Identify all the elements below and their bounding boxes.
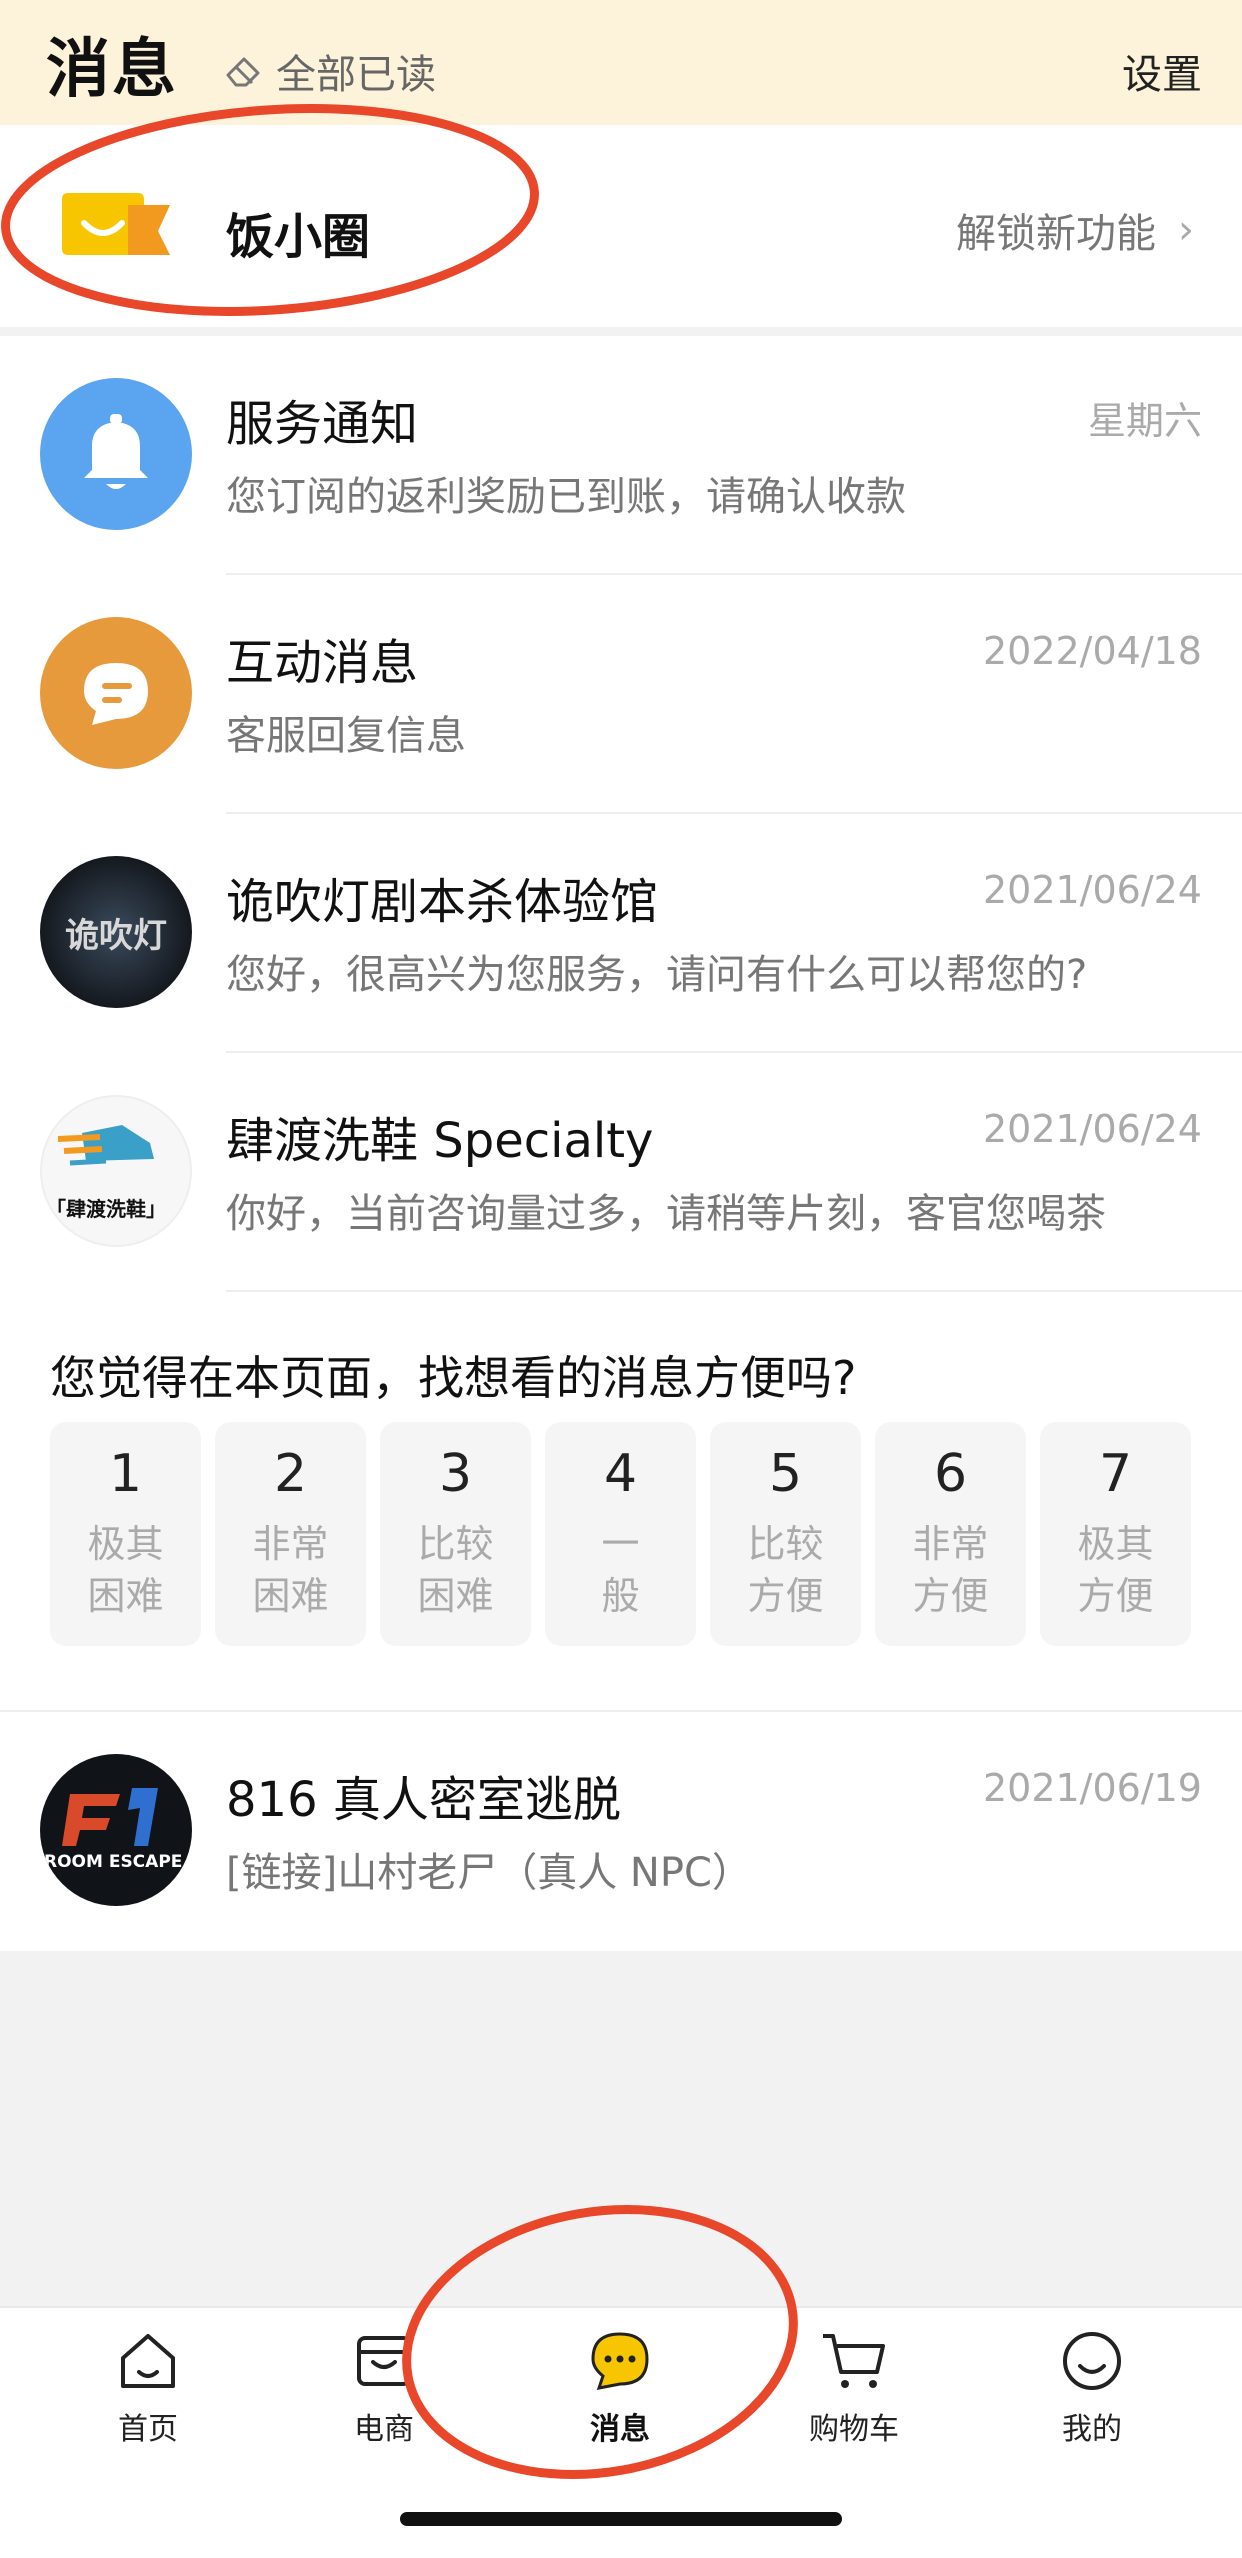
avatar <box>40 378 192 530</box>
tab-messages[interactable]: 消息 <box>540 2328 700 2448</box>
survey-option-6[interactable]: 6 非常 方便 <box>875 1422 1026 1646</box>
conversation-time: 2021/06/24 <box>982 1107 1202 1151</box>
conversation-preview: 您订阅的返利奖励已到账，请确认收款 <box>226 474 906 520</box>
option-number: 5 <box>768 1444 803 1504</box>
option-label: 极其 困难 <box>87 1522 164 1618</box>
option-number: 2 <box>273 1444 308 1504</box>
message-icon <box>591 2332 649 2390</box>
conversation-time: 星期六 <box>1087 399 1202 443</box>
message-list: 服务通知 星期六 您订阅的返利奖励已到账，请确认收款 互动消息 2022/04/… <box>0 336 1242 1951</box>
conversation-preview: 客服回复信息 <box>226 713 466 759</box>
option-label: 比较 困难 <box>417 1522 494 1618</box>
smile-icon <box>1063 2332 1121 2390</box>
option-number: 7 <box>1098 1444 1133 1504</box>
conversation-row[interactable]: 互动消息 2022/04/18 客服回复信息 <box>0 575 1242 814</box>
survey-option-4[interactable]: 4 一 般 <box>545 1422 696 1646</box>
conversation-title: 诡吹灯剧本杀体验馆 <box>226 874 659 930</box>
option-label: 一 般 <box>601 1522 640 1618</box>
option-number: 3 <box>438 1444 473 1504</box>
top-header: 消息 全部已读 设置 <box>0 0 1242 125</box>
escape-logo-icon <box>62 1788 158 1846</box>
tab-label: 购物车 <box>809 2412 899 2447</box>
read-all-button[interactable]: 全部已读 <box>222 42 436 100</box>
unlock-label: 解锁新功能 <box>956 211 1156 257</box>
tab-label: 消息 <box>590 2412 650 2447</box>
conversation-time: 2021/06/24 <box>982 868 1202 912</box>
store-avatar-text: 诡吹灯 <box>65 915 167 956</box>
page-title: 消息 <box>46 33 178 107</box>
conversation-time: 2021/06/19 <box>982 1766 1202 1810</box>
survey-option-7[interactable]: 7 极其 方便 <box>1040 1422 1191 1646</box>
option-label: 极其 方便 <box>1077 1522 1154 1618</box>
conversation-title: 816 真人密室逃脱 <box>226 1772 621 1828</box>
feedback-survey: 您觉得在本页面，找想看的消息方便吗? 1 极其 困难 2 非常 困难 3 比较 困难 … <box>0 1292 1242 1712</box>
survey-option-2[interactable]: 2 非常 困难 <box>215 1422 366 1646</box>
option-number: 1 <box>108 1444 143 1504</box>
conversation-row[interactable]: 诡吹灯 诡吹灯剧本杀体验馆 2021/06/24 您好，很高兴为您服务，请问有什… <box>0 814 1242 1053</box>
avatar <box>40 617 192 769</box>
conversation-row[interactable]: 「肆渡洗鞋」 肆渡洗鞋 Specialty 2021/06/24 你好，当前咨询… <box>0 1053 1242 1292</box>
read-all-label: 全部已读 <box>276 52 436 98</box>
tab-cart[interactable]: 购物车 <box>774 2328 934 2448</box>
cart-icon <box>823 2334 885 2388</box>
shoe-avatar: 「肆渡洗鞋」 <box>40 1095 192 1247</box>
shop-icon <box>357 2336 411 2386</box>
store-avatar: 诡吹灯 <box>40 856 192 1008</box>
conversation-title: 肆渡洗鞋 Specialty <box>226 1113 654 1169</box>
tab-profile[interactable]: 我的 <box>1012 2328 1172 2448</box>
shoe-logo-icon <box>57 1125 154 1166</box>
conversation-title: 互动消息 <box>226 635 419 691</box>
eraser-icon <box>226 57 260 87</box>
survey-options: 1 极其 困难 2 非常 困难 3 比较 困难 4一 般 5 比较 方便 6 非常 方便 … <box>50 1422 1191 1646</box>
chat-icon <box>84 663 148 725</box>
conversation-preview: 您好，很高兴为您服务，请问有什么可以帮您的? <box>226 952 1088 998</box>
settings-button[interactable]: 设置 <box>1122 42 1202 100</box>
survey-option-3[interactable]: 3 比较 困难 <box>380 1422 531 1646</box>
tab-home[interactable]: 首页 <box>68 2328 228 2448</box>
survey-option-1[interactable]: 1 极其 困难 <box>50 1422 201 1646</box>
tab-label: 首页 <box>118 2412 178 2447</box>
option-label: 非常 方便 <box>912 1522 989 1618</box>
fan-circle-entry[interactable]: 饭小圈 解锁新功能 › <box>0 125 1242 327</box>
shoe-avatar-text: 「肆渡洗鞋」 <box>46 1197 166 1221</box>
conversation-time: 2022/04/18 <box>982 629 1202 673</box>
escape-avatar-text: ROOM ESCAPE <box>44 1852 183 1872</box>
chevron-right-icon: › <box>1178 207 1194 253</box>
escape-avatar: ROOM ESCAPE <box>40 1754 192 1906</box>
survey-question: 您觉得在本页面，找想看的消息方便吗? <box>50 1351 857 1405</box>
conversation-preview: 你好，当前咨询量过多，请稍等片刻，客官您喝茶 <box>226 1191 1106 1237</box>
survey-option-5[interactable]: 5 比较 方便 <box>710 1422 861 1646</box>
fan-circle-name: 饭小圈 <box>226 209 371 265</box>
tab-shop[interactable]: 电商 <box>304 2328 464 2448</box>
option-number: 4 <box>603 1444 638 1504</box>
bell-icon <box>84 414 148 489</box>
tab-label: 电商 <box>354 2412 414 2447</box>
home-icon <box>121 2334 175 2388</box>
option-label: 比较 方便 <box>747 1522 824 1618</box>
conversation-row[interactable]: ROOM ESCAPE 816 真人密室逃脱 2021/06/19 [链接]山村… <box>0 1712 1242 1951</box>
fan-circle-logo-icon <box>62 193 170 255</box>
home-indicator <box>400 2512 842 2526</box>
conversation-preview: [链接]山村老尸（真人 NPC） <box>226 1850 752 1896</box>
option-number: 6 <box>933 1444 968 1504</box>
tab-label: 我的 <box>1062 2412 1122 2447</box>
conversation-title: 服务通知 <box>226 396 419 452</box>
option-label: 非常 困难 <box>252 1522 329 1618</box>
unlock-feature-link[interactable]: 解锁新功能 › <box>956 201 1194 259</box>
conversation-row[interactable]: 服务通知 星期六 您订阅的返利奖励已到账，请确认收款 <box>0 336 1242 575</box>
